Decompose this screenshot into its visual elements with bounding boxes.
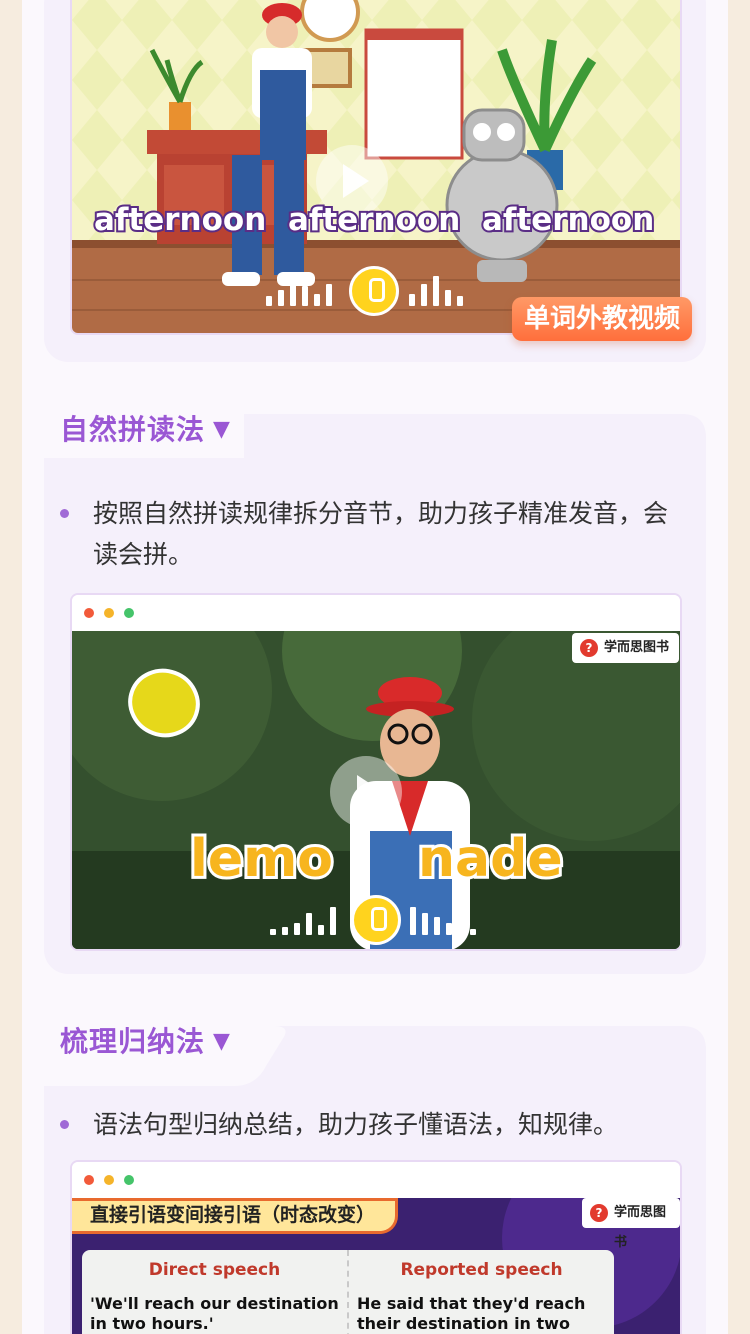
video-window-1: afternoon afternoon afternoon xyxy=(70,0,682,335)
video-window-2: ? 学而思图书 lemo nade xyxy=(70,593,682,951)
publisher-logo-text: 学而思图书 xyxy=(604,640,670,655)
bullet-item-1: 按照自然拼读规律拆分音节，助力孩子精准发音，会读会拼。 xyxy=(60,493,680,583)
section-title-2-text: 梳理归纳法 xyxy=(60,1025,206,1058)
section-title-2: 梳理归纳法 ▼ xyxy=(60,1020,231,1060)
close-dot-icon xyxy=(84,608,94,618)
section-card-1-top xyxy=(244,414,706,474)
section-title-1: 自然拼读法 ▼ xyxy=(60,408,231,448)
maximize-dot-icon xyxy=(124,1175,134,1185)
triangle-down-icon: ▼ xyxy=(213,417,231,442)
section-title-1-text: 自然拼读法 xyxy=(60,413,206,446)
caption-word-2: afternoon xyxy=(286,200,462,240)
audio-bars-right-2 xyxy=(410,907,476,935)
maximize-dot-icon xyxy=(124,608,134,618)
video-player-1[interactable]: afternoon afternoon afternoon xyxy=(72,0,680,333)
bullet-dot-icon xyxy=(60,1120,69,1129)
minimize-dot-icon xyxy=(104,608,114,618)
window-titlebar-2 xyxy=(72,595,680,631)
reported-speech-col: Reported speech He said that they'd reac… xyxy=(347,1250,614,1334)
caption-lemo: lemo xyxy=(187,826,336,892)
video-player-3[interactable]: 直接引语变间接引语（时态改变） ? 学而思图书 Direct speech 'We… xyxy=(72,1198,680,1334)
direct-speech-heading: Direct speech xyxy=(148,1260,281,1280)
bullet-dot-icon xyxy=(60,509,69,518)
caption-word-3: afternoon xyxy=(480,200,656,240)
audio-bars-right-1 xyxy=(409,276,463,306)
play-button-2[interactable] xyxy=(330,756,402,828)
publisher-logo: ? 学而思图书 xyxy=(572,633,680,663)
speech-table: Direct speech 'We'll reach our destinati… xyxy=(82,1250,614,1334)
publisher-logo: ? 学而思图书 xyxy=(582,1198,680,1250)
window-titlebar-3 xyxy=(72,1162,680,1198)
caption-word-1: afternoon xyxy=(92,200,268,240)
publisher-logo-icon: ? xyxy=(590,1204,608,1222)
video-player-2[interactable]: ? 学而思图书 lemo nade xyxy=(72,631,680,949)
reported-speech-text: He said that they'd reach their destinat… xyxy=(357,1294,586,1333)
direct-speech-col: Direct speech 'We'll reach our destinati… xyxy=(82,1250,347,1334)
direct-speech-text: 'We'll reach our destination in two hour… xyxy=(90,1294,339,1333)
bullet-item-2: 语法句型归纳总结，助力孩子懂语法，知规律。 xyxy=(60,1104,680,1145)
close-dot-icon xyxy=(84,1175,94,1185)
caption-nade: nade xyxy=(415,826,566,892)
publisher-logo-icon: ? xyxy=(580,639,598,657)
mic-icon-2[interactable] xyxy=(351,895,401,945)
mic-icon-1[interactable] xyxy=(349,266,399,316)
bullet-text-2: 语法句型归纳总结，助力孩子懂语法，知规律。 xyxy=(93,1110,619,1139)
triangle-down-icon: ▼ xyxy=(213,1029,231,1054)
grammar-banner: 直接引语变间接引语（时态改变） xyxy=(72,1198,398,1234)
reported-speech-heading: Reported speech xyxy=(400,1260,563,1280)
video-window-3: 直接引语变间接引语（时态改变） ? 学而思图书 Direct speech 'We… xyxy=(70,1160,682,1334)
audio-bars-left-1 xyxy=(266,276,332,306)
audio-bars-left-2 xyxy=(270,907,336,935)
minimize-dot-icon xyxy=(104,1175,114,1185)
word-video-badge: 单词外教视频 xyxy=(512,297,693,341)
bullet-text-1: 按照自然拼读规律拆分音节，助力孩子精准发音，会读会拼。 xyxy=(93,499,669,569)
